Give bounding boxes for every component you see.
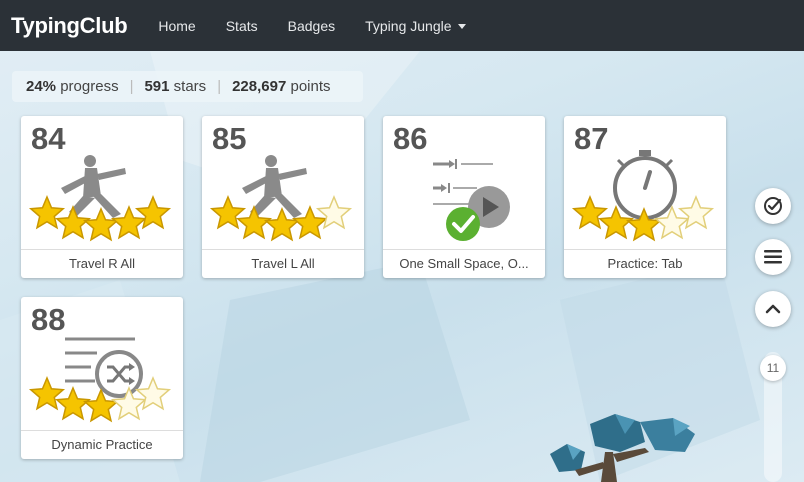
stars-value: 591 bbox=[144, 78, 170, 95]
points-value: 228,697 bbox=[232, 78, 287, 95]
lesson-number: 84 bbox=[31, 121, 66, 156]
star-filled-icon bbox=[54, 386, 92, 421]
lesson-card-87[interactable]: 87 Practice: Tab bbox=[564, 116, 726, 278]
lesson-number: 87 bbox=[574, 121, 609, 156]
jungle-tree-illustration bbox=[550, 414, 695, 482]
stars-label: stars bbox=[173, 78, 207, 95]
star-empty-icon bbox=[677, 195, 715, 230]
hamburger-menu-icon bbox=[764, 250, 782, 264]
star-filled-icon bbox=[82, 207, 120, 242]
chevron-up-icon bbox=[765, 304, 781, 314]
lesson-card-86[interactable]: 86 One Small Space, O... bbox=[383, 116, 545, 278]
check-circle-icon bbox=[764, 197, 782, 215]
points-label: points bbox=[290, 78, 331, 95]
progress-value: 24% bbox=[26, 78, 57, 95]
lesson-title: Travel L All bbox=[202, 249, 364, 278]
lesson-card-85[interactable]: 85 Travel L All bbox=[202, 116, 364, 278]
nav-typing-jungle-dropdown[interactable]: Typing Jungle bbox=[365, 18, 466, 34]
nav-badges[interactable]: Badges bbox=[288, 18, 335, 34]
lesson-title: Dynamic Practice bbox=[21, 430, 183, 459]
star-filled-icon bbox=[134, 195, 172, 230]
nav-home[interactable]: Home bbox=[158, 18, 195, 34]
top-navbar: TypingClub Home Stats Badges Typing Jung… bbox=[0, 0, 804, 51]
star-filled-icon bbox=[82, 388, 120, 423]
star-filled-icon bbox=[571, 195, 609, 230]
star-filled-icon bbox=[263, 207, 301, 242]
divider: | bbox=[129, 78, 134, 95]
brand-logo[interactable]: TypingClub bbox=[0, 13, 158, 39]
star-empty-icon bbox=[134, 376, 172, 411]
nav-stats[interactable]: Stats bbox=[226, 18, 258, 34]
star-filled-icon bbox=[209, 195, 247, 230]
lesson-number: 88 bbox=[31, 302, 66, 337]
stats-summary: 24% progress | 591 stars | 228,697 point… bbox=[12, 71, 363, 102]
star-filled-icon bbox=[28, 376, 66, 411]
scroll-up-button[interactable] bbox=[755, 291, 791, 327]
lesson-title: One Small Space, O... bbox=[383, 249, 545, 278]
caret-down-icon bbox=[457, 24, 466, 29]
lesson-title: Practice: Tab bbox=[564, 249, 726, 278]
star-filled-icon bbox=[235, 205, 273, 240]
star-filled-icon bbox=[54, 205, 92, 240]
star-filled-icon bbox=[597, 205, 635, 240]
lesson-card-84[interactable]: 84 Travel R All bbox=[21, 116, 183, 278]
lesson-card-88[interactable]: 88 Dynamic Practice bbox=[21, 297, 183, 459]
scroll-position-indicator[interactable]: 11 bbox=[760, 355, 786, 381]
star-empty-icon bbox=[315, 195, 353, 230]
lesson-number: 85 bbox=[212, 121, 247, 156]
star-filled-icon bbox=[625, 207, 663, 242]
menu-button[interactable] bbox=[755, 239, 791, 275]
divider: | bbox=[217, 78, 222, 95]
progress-label: progress bbox=[60, 78, 119, 95]
check-progress-button[interactable] bbox=[755, 188, 791, 224]
star-filled-icon bbox=[28, 195, 66, 230]
lesson-title: Travel R All bbox=[21, 249, 183, 278]
lesson-number: 86 bbox=[393, 121, 428, 156]
